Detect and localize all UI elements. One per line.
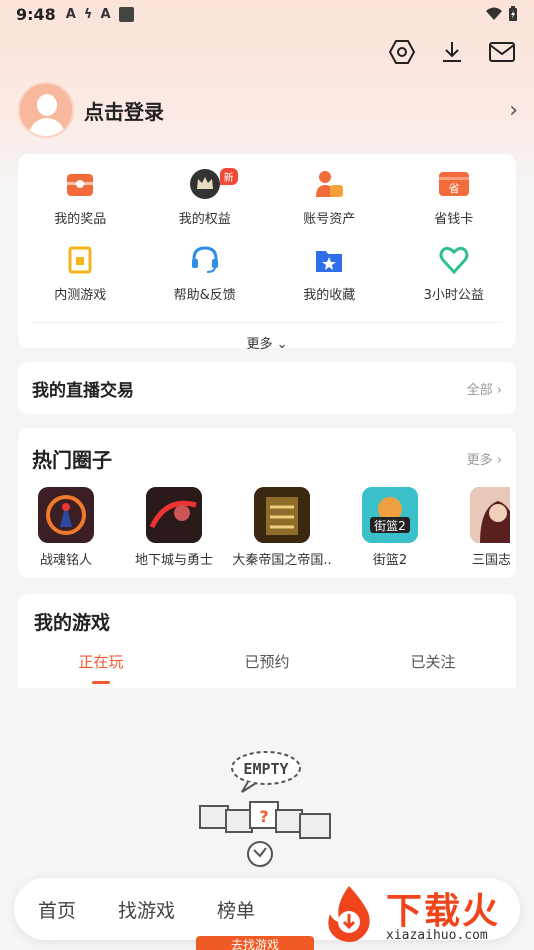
menu-item-label: 我的权益 [178,212,231,227]
notification-a-icon: A [65,6,76,22]
find-games-button[interactable]: 去找游戏 [196,936,314,950]
more-label: 更多 [246,337,273,352]
game-thumbnail[interactable] [254,487,310,543]
menu-item-label: 账号资产 [303,212,356,227]
menu-item-account-assets[interactable]: 账号资产 [267,168,392,244]
menu-item-label: 省钱卡 [434,212,474,227]
watermark-logo: 下载火 xiazaihuo.com [314,880,532,950]
live-trade-title: 我的直播交易 [32,380,134,401]
menu-item-help-feedback[interactable]: 帮助&反馈 [143,244,268,320]
game-thumbnail[interactable]: 街篮2 [362,487,418,543]
tab-playing[interactable]: 正在玩 [18,651,184,686]
mail-icon[interactable] [488,38,516,66]
menu-item-prizes[interactable]: 我的奖品 [18,168,143,244]
watermark-text: 下载火 [386,891,501,932]
header-actions [388,38,516,66]
status-time: 9:48 [16,4,56,24]
gift-icon [64,168,96,200]
menu-item-savings-card[interactable]: 省 省钱卡 [392,168,517,244]
nav-find-games[interactable]: 找游戏 [118,896,175,923]
svg-text:省: 省 [448,182,459,195]
settings-hex-icon[interactable] [388,38,416,66]
circle-item[interactable]: 战魂铭人 [12,487,120,568]
empty-label: EMPTY [243,760,288,778]
more-toggle[interactable]: 更多 ⌄ [18,323,516,352]
watermark-url: xiazaihuo.com [386,928,488,943]
my-games-tabs: 正在玩 已预约 已关注 [18,651,516,686]
chevron-down-icon: ⌄ [276,337,288,352]
menu-item-rights[interactable]: 新 我的权益 [143,168,268,244]
menu-item-label: 我的奖品 [54,212,107,227]
my-games-title: 我的游戏 [34,612,111,634]
tab-followed[interactable]: 已关注 [350,651,516,686]
new-badge: 新 [219,168,238,185]
svg-text:街篮2: 街篮2 [374,518,406,533]
crown-icon [189,168,221,200]
live-trade-all-link[interactable]: 全部 › [467,379,502,398]
download-icon[interactable] [438,38,466,66]
notification-square-icon [118,6,134,22]
nav-rankings[interactable]: 榜单 [217,896,255,923]
menu-item-label: 3小时公益 [423,288,484,303]
menu-item-label: 内测游戏 [54,288,107,303]
savings-card-icon: 省 [438,168,470,200]
flame-logo-icon [328,886,370,942]
notification-bolt-icon: ϟ [83,6,93,22]
menu-item-label: 我的收藏 [303,288,356,303]
nav-home[interactable]: 首页 [38,896,76,923]
battery-icon [509,6,517,21]
account-asset-icon [313,168,345,200]
wifi-icon [486,7,502,20]
chevron-right-icon[interactable]: › [509,98,518,123]
notification-a2-icon: A [100,6,111,22]
circle-item[interactable]: 地下城与勇士 [120,487,228,568]
avatar[interactable] [18,82,74,138]
svg-text:?: ? [259,807,268,826]
circle-item[interactable]: 大秦帝国之帝国.. [228,487,336,568]
game-thumbnail[interactable] [146,487,202,543]
menu-item-favorites[interactable]: 我的收藏 [267,244,392,320]
hot-circles-title: 热门圈子 [32,448,112,472]
hot-circles-more-link[interactable]: 更多 › [467,449,502,468]
login-label[interactable]: 点击登录 [84,96,164,125]
star-folder-icon [313,244,345,276]
my-games-card: 我的游戏 正在玩 已预约 已关注 [18,594,516,688]
menu-item-charity[interactable]: 3小时公益 [392,244,517,320]
circle-name: 街篮2 [372,553,408,568]
profile-login-row[interactable]: 点击登录 › [18,82,518,138]
circle-item[interactable]: 三国志幻 [444,487,510,568]
status-bar: 9:48 A ϟ A [0,0,534,28]
tab-reserved[interactable]: 已预约 [184,651,350,686]
headset-icon [189,244,221,276]
menu-item-label: 帮助&反馈 [173,288,236,303]
game-thumbnail[interactable] [38,487,94,543]
circle-item[interactable]: 街篮2 街篮2 [336,487,444,568]
empty-state-illustration: EMPTY ? [190,746,340,876]
menu-item-beta-games[interactable]: 内测游戏 [18,244,143,320]
circle-list: 战魂铭人 地下城与勇士 大秦帝国之帝国.. 街篮2 街篮2 三国志幻 [12,473,510,568]
circle-name: 大秦帝国之帝国.. [232,553,332,568]
hot-circles-card: 热门圈子 更多 › 战魂铭人 地下城与勇士 大秦帝国之帝国.. 街篮2 街篮2 [18,428,516,578]
circle-name: 地下城与勇士 [134,553,213,568]
game-thumbnail[interactable] [470,487,510,543]
live-trade-card[interactable]: 我的直播交易 全部 › [18,362,516,414]
beta-game-icon [64,244,96,276]
circle-name: 三国志幻 [471,553,510,568]
circle-name: 战魂铭人 [39,553,92,568]
quick-menu-card: 我的奖品 新 我的权益 账号资产 省 省钱卡 内测游戏 帮助&反馈 我的收藏 3… [18,154,517,352]
heart-icon [438,244,470,276]
